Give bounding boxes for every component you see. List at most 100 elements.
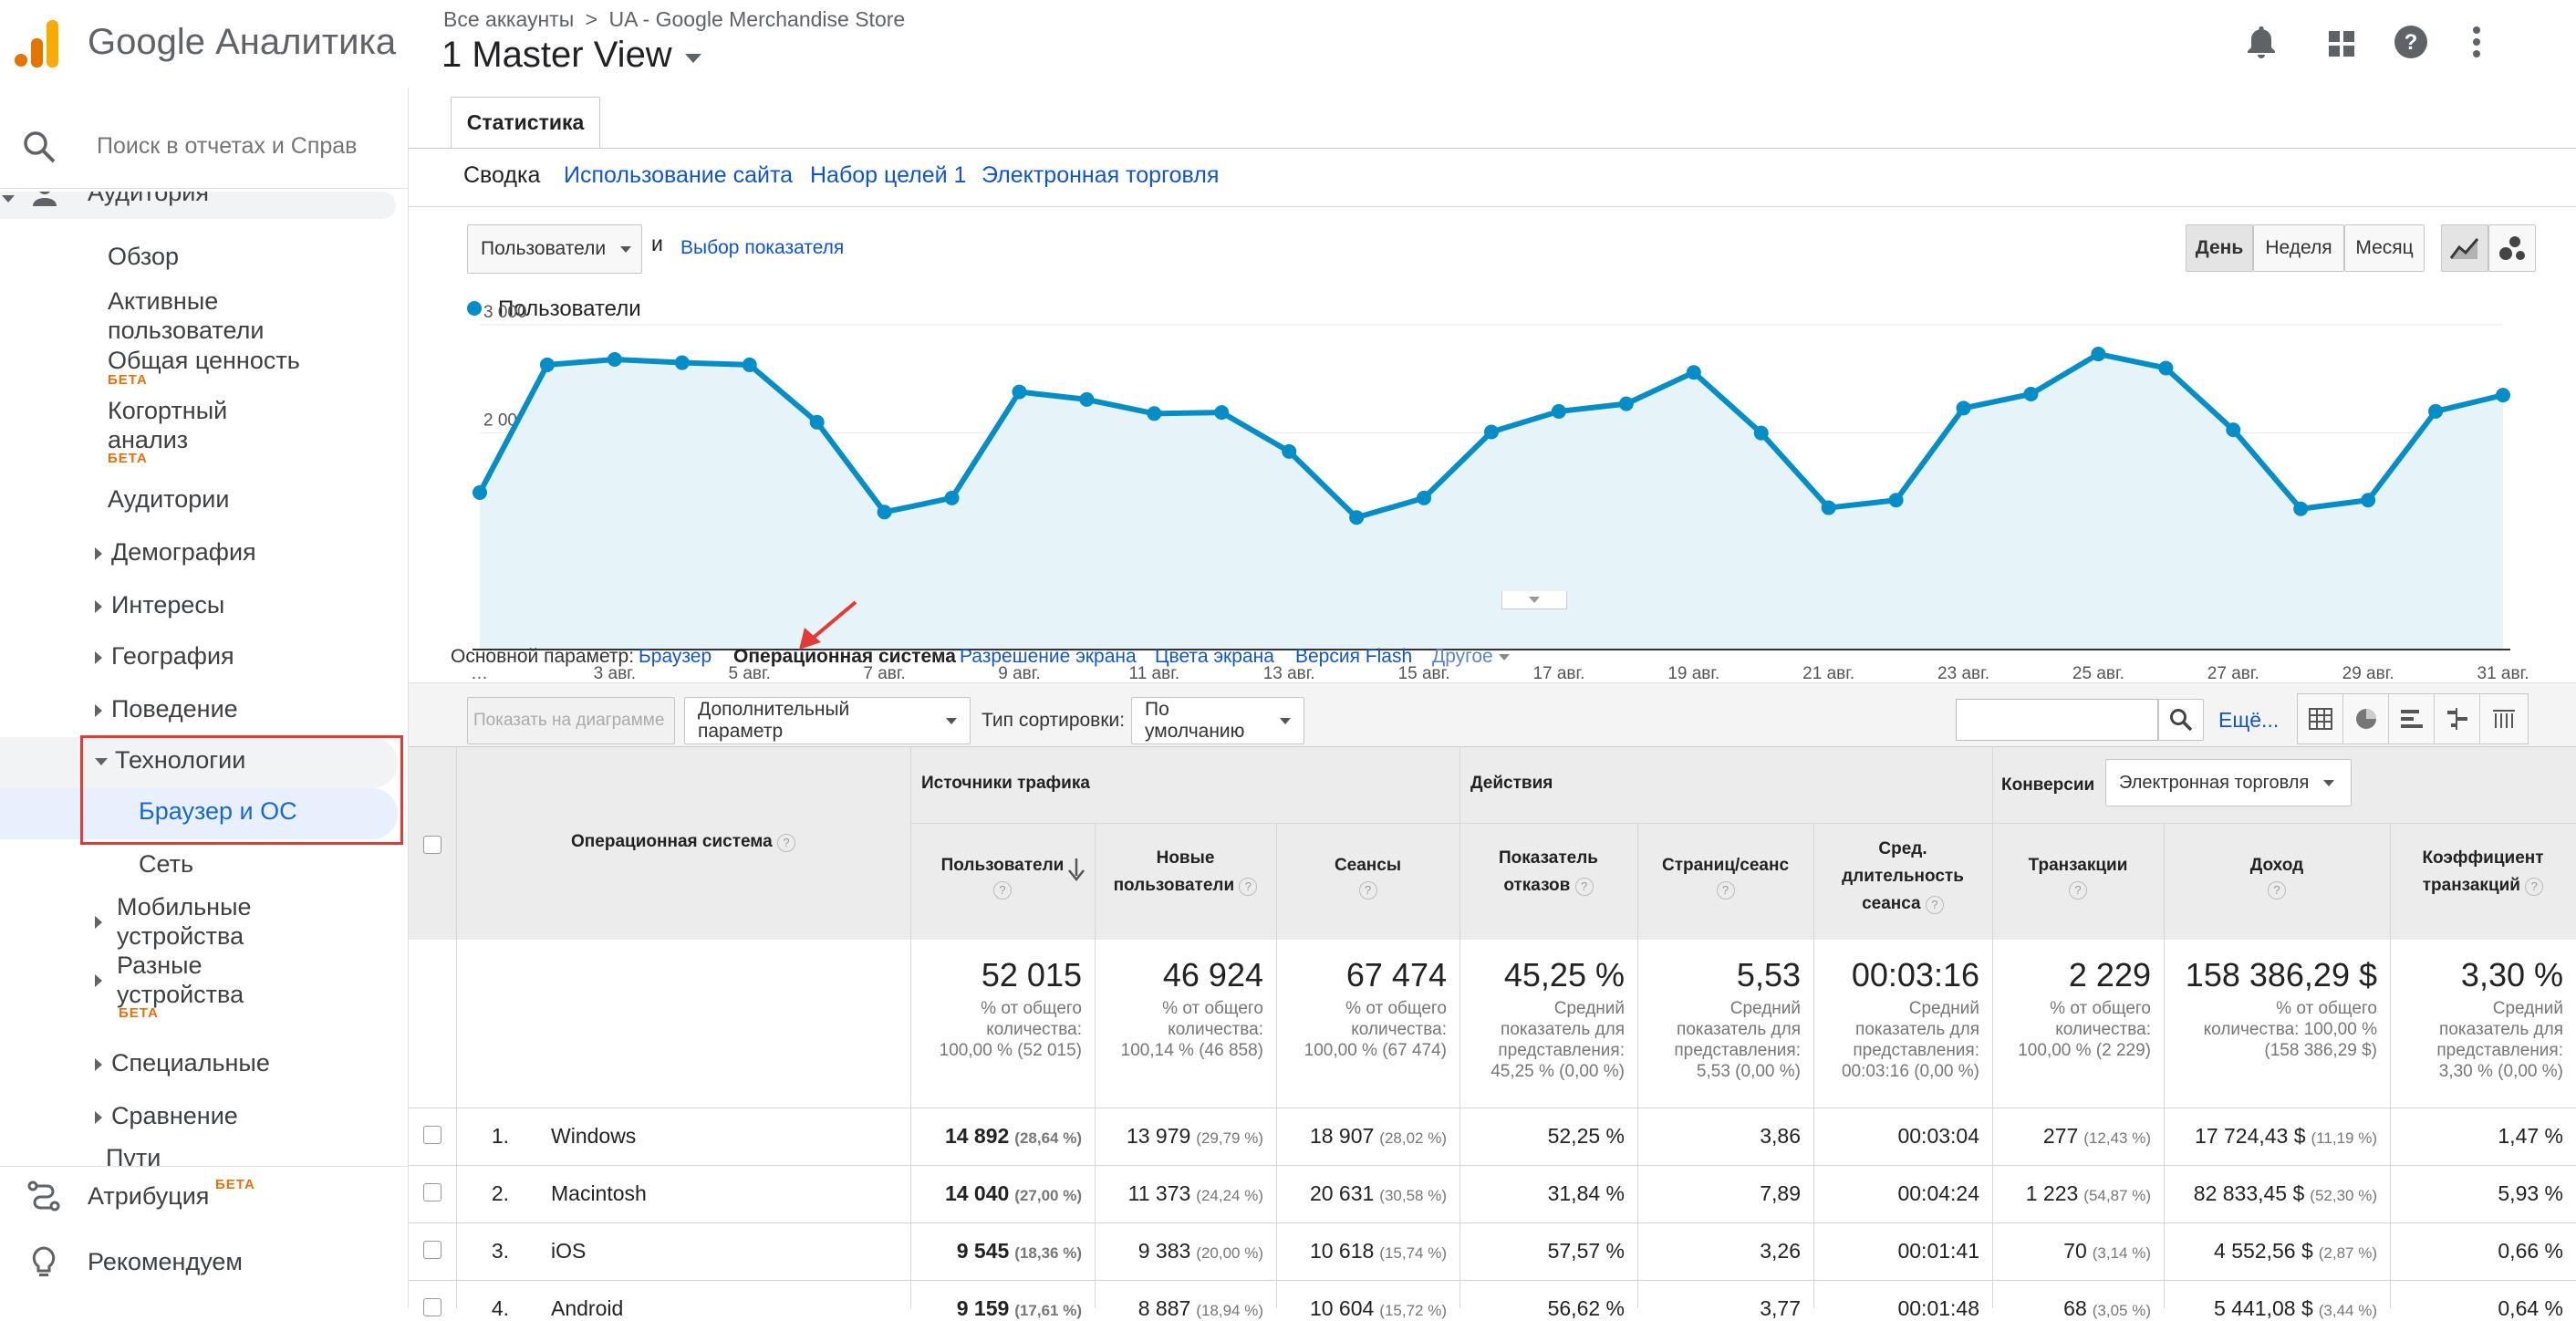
data-point[interactable] xyxy=(1079,391,1095,407)
os-name-link[interactable]: iOS xyxy=(551,1239,586,1264)
breadcrumb[interactable]: Все аккаунты > UA - Google Merchandise S… xyxy=(443,7,905,32)
dimension-other[interactable]: Другое xyxy=(1432,646,1510,668)
data-point[interactable] xyxy=(1282,443,1297,459)
help-icon[interactable]: ? xyxy=(1239,878,1258,896)
help-icon[interactable]: ? xyxy=(2069,881,2087,900)
data-point[interactable] xyxy=(1753,425,1769,441)
line-chart-toggle[interactable] xyxy=(2441,224,2488,272)
view-comparison-button[interactable] xyxy=(2435,694,2480,744)
metric-column-header[interactable]: Коэффициент транзакций ? xyxy=(2390,845,2576,900)
help-icon[interactable]: ? xyxy=(2525,878,2544,896)
plot-rows-button[interactable]: Показать на диаграмме xyxy=(467,697,675,744)
search-input[interactable] xyxy=(95,128,359,164)
dimension-flash[interactable]: Версия Flash xyxy=(1295,646,1412,668)
row-checkbox[interactable] xyxy=(423,1298,441,1316)
sidebar-item-cross-device[interactable]: Разные устройства xyxy=(95,951,244,1009)
data-point[interactable] xyxy=(2293,501,2309,516)
dimension-resolution[interactable]: Разрешение экрана xyxy=(960,646,1137,668)
data-point[interactable] xyxy=(1417,490,1432,505)
view-selector[interactable]: 1 Master View xyxy=(441,35,701,76)
view-pie-button[interactable] xyxy=(2343,694,2389,744)
data-point[interactable] xyxy=(674,355,690,370)
data-point[interactable] xyxy=(2226,422,2241,438)
data-point[interactable] xyxy=(1888,493,1904,508)
sidebar-item-overview[interactable]: Обзор xyxy=(108,243,179,271)
metric-column-header[interactable]: Доход? xyxy=(2164,852,2390,900)
analytics-logo-icon[interactable] xyxy=(13,18,60,68)
sidebar-item-cohort[interactable]: Когортный анализ xyxy=(108,396,227,454)
sort-type-select[interactable]: По умолчанию xyxy=(1131,697,1304,744)
view-pivot-button[interactable] xyxy=(2480,694,2528,744)
data-point[interactable] xyxy=(607,351,622,367)
conversion-type-select[interactable]: Электронная торговля xyxy=(2105,759,2352,806)
data-point[interactable] xyxy=(2361,493,2376,508)
table-filter-input[interactable] xyxy=(1956,699,2158,741)
data-point[interactable] xyxy=(809,414,825,430)
month-button[interactable]: Месяц xyxy=(2344,224,2425,272)
apps-grid-icon[interactable] xyxy=(2322,24,2362,64)
help-icon[interactable]: ? xyxy=(2268,881,2286,900)
data-point[interactable] xyxy=(2496,388,2510,403)
sidebar-item-active-users[interactable]: Активные пользователи xyxy=(108,286,264,345)
sidebar-item-audience[interactable]: Аудитория xyxy=(0,192,396,219)
sidebar-item-mobile[interactable]: Мобильные устройства xyxy=(95,892,252,951)
data-point[interactable] xyxy=(2091,347,2106,362)
users-line-chart[interactable]: Пользователи3 0002 0001 000…3 авг.5 авг.… xyxy=(409,286,2576,706)
metric-column-header[interactable]: Показатель отказов ? xyxy=(1459,845,1637,900)
sidebar-item-discover[interactable]: Рекомендуем xyxy=(88,1248,243,1276)
row-checkbox[interactable] xyxy=(423,1126,441,1144)
subtab-ecommerce[interactable]: Электронная торговля xyxy=(982,162,1219,189)
day-button[interactable]: День xyxy=(2186,224,2253,272)
tab-explorer[interactable]: Статистика xyxy=(451,97,600,148)
view-table-button[interactable] xyxy=(2298,694,2343,744)
search-icon[interactable] xyxy=(22,130,57,169)
help-icon[interactable]: ? xyxy=(2391,22,2431,62)
breadcrumb-all-accounts[interactable]: Все аккаунты xyxy=(443,7,574,31)
chart-collapse-handle[interactable] xyxy=(1501,591,1567,609)
data-point[interactable] xyxy=(2023,386,2039,401)
sidebar-item-custom[interactable]: Специальные xyxy=(95,1049,270,1077)
data-point[interactable] xyxy=(1349,510,1365,525)
data-point[interactable] xyxy=(1214,405,1230,421)
data-point[interactable] xyxy=(1484,424,1499,440)
data-point[interactable] xyxy=(1956,400,1971,416)
dimension-browser[interactable]: Браузер xyxy=(639,646,712,668)
sidebar-item-benchmarking[interactable]: Сравнение xyxy=(95,1102,238,1130)
data-point[interactable] xyxy=(2428,403,2444,419)
advanced-filter-link[interactable]: Ещё... xyxy=(2218,708,2279,733)
help-icon[interactable]: ? xyxy=(1716,881,1735,900)
table-search-button[interactable] xyxy=(2158,699,2204,741)
notifications-bell-icon[interactable] xyxy=(2241,22,2281,62)
select-all-checkbox[interactable] xyxy=(423,836,441,854)
data-point[interactable] xyxy=(2158,360,2174,376)
view-performance-button[interactable] xyxy=(2389,694,2435,744)
metric-column-header[interactable]: Сеансы? xyxy=(1276,852,1459,900)
sidebar-item-attribution[interactable]: Атрибуция xyxy=(88,1182,209,1211)
sidebar-item-behavior[interactable]: Поведение xyxy=(95,695,238,723)
motion-chart-toggle[interactable] xyxy=(2488,224,2536,272)
os-column-header[interactable]: Операционная система ? xyxy=(456,828,910,856)
breadcrumb-property[interactable]: UA - Google Merchandise Store xyxy=(608,7,905,31)
metric-select[interactable]: Пользователи xyxy=(467,224,642,274)
data-point[interactable] xyxy=(1012,384,1027,400)
help-icon[interactable]: ? xyxy=(1925,896,1944,914)
sidebar-item-paths[interactable]: Пути xyxy=(106,1144,161,1166)
data-point[interactable] xyxy=(1551,403,1566,419)
data-point[interactable] xyxy=(473,484,487,500)
row-checkbox[interactable] xyxy=(423,1241,441,1259)
metric-column-header[interactable]: Новые пользователи ? xyxy=(1095,845,1276,900)
data-point[interactable] xyxy=(1618,396,1634,411)
os-name-link[interactable]: Macintosh xyxy=(551,1181,647,1206)
metric-column-header[interactable]: Транзакции? xyxy=(1992,852,2164,900)
help-icon[interactable]: ? xyxy=(1574,878,1594,896)
secondary-dimension-select[interactable]: Дополнительный параметр xyxy=(684,697,971,744)
help-icon[interactable]: ? xyxy=(993,881,1012,900)
sidebar-item-geo[interactable]: География xyxy=(95,642,234,671)
os-name-link[interactable]: Android xyxy=(551,1296,623,1321)
data-point[interactable] xyxy=(1686,365,1701,380)
data-point[interactable] xyxy=(877,504,892,520)
data-point[interactable] xyxy=(1147,406,1162,421)
metric-column-header[interactable]: Сред. длительность сеанса ? xyxy=(1813,836,1992,918)
data-point[interactable] xyxy=(742,357,757,372)
sidebar-item-network[interactable]: Сеть xyxy=(139,850,193,879)
